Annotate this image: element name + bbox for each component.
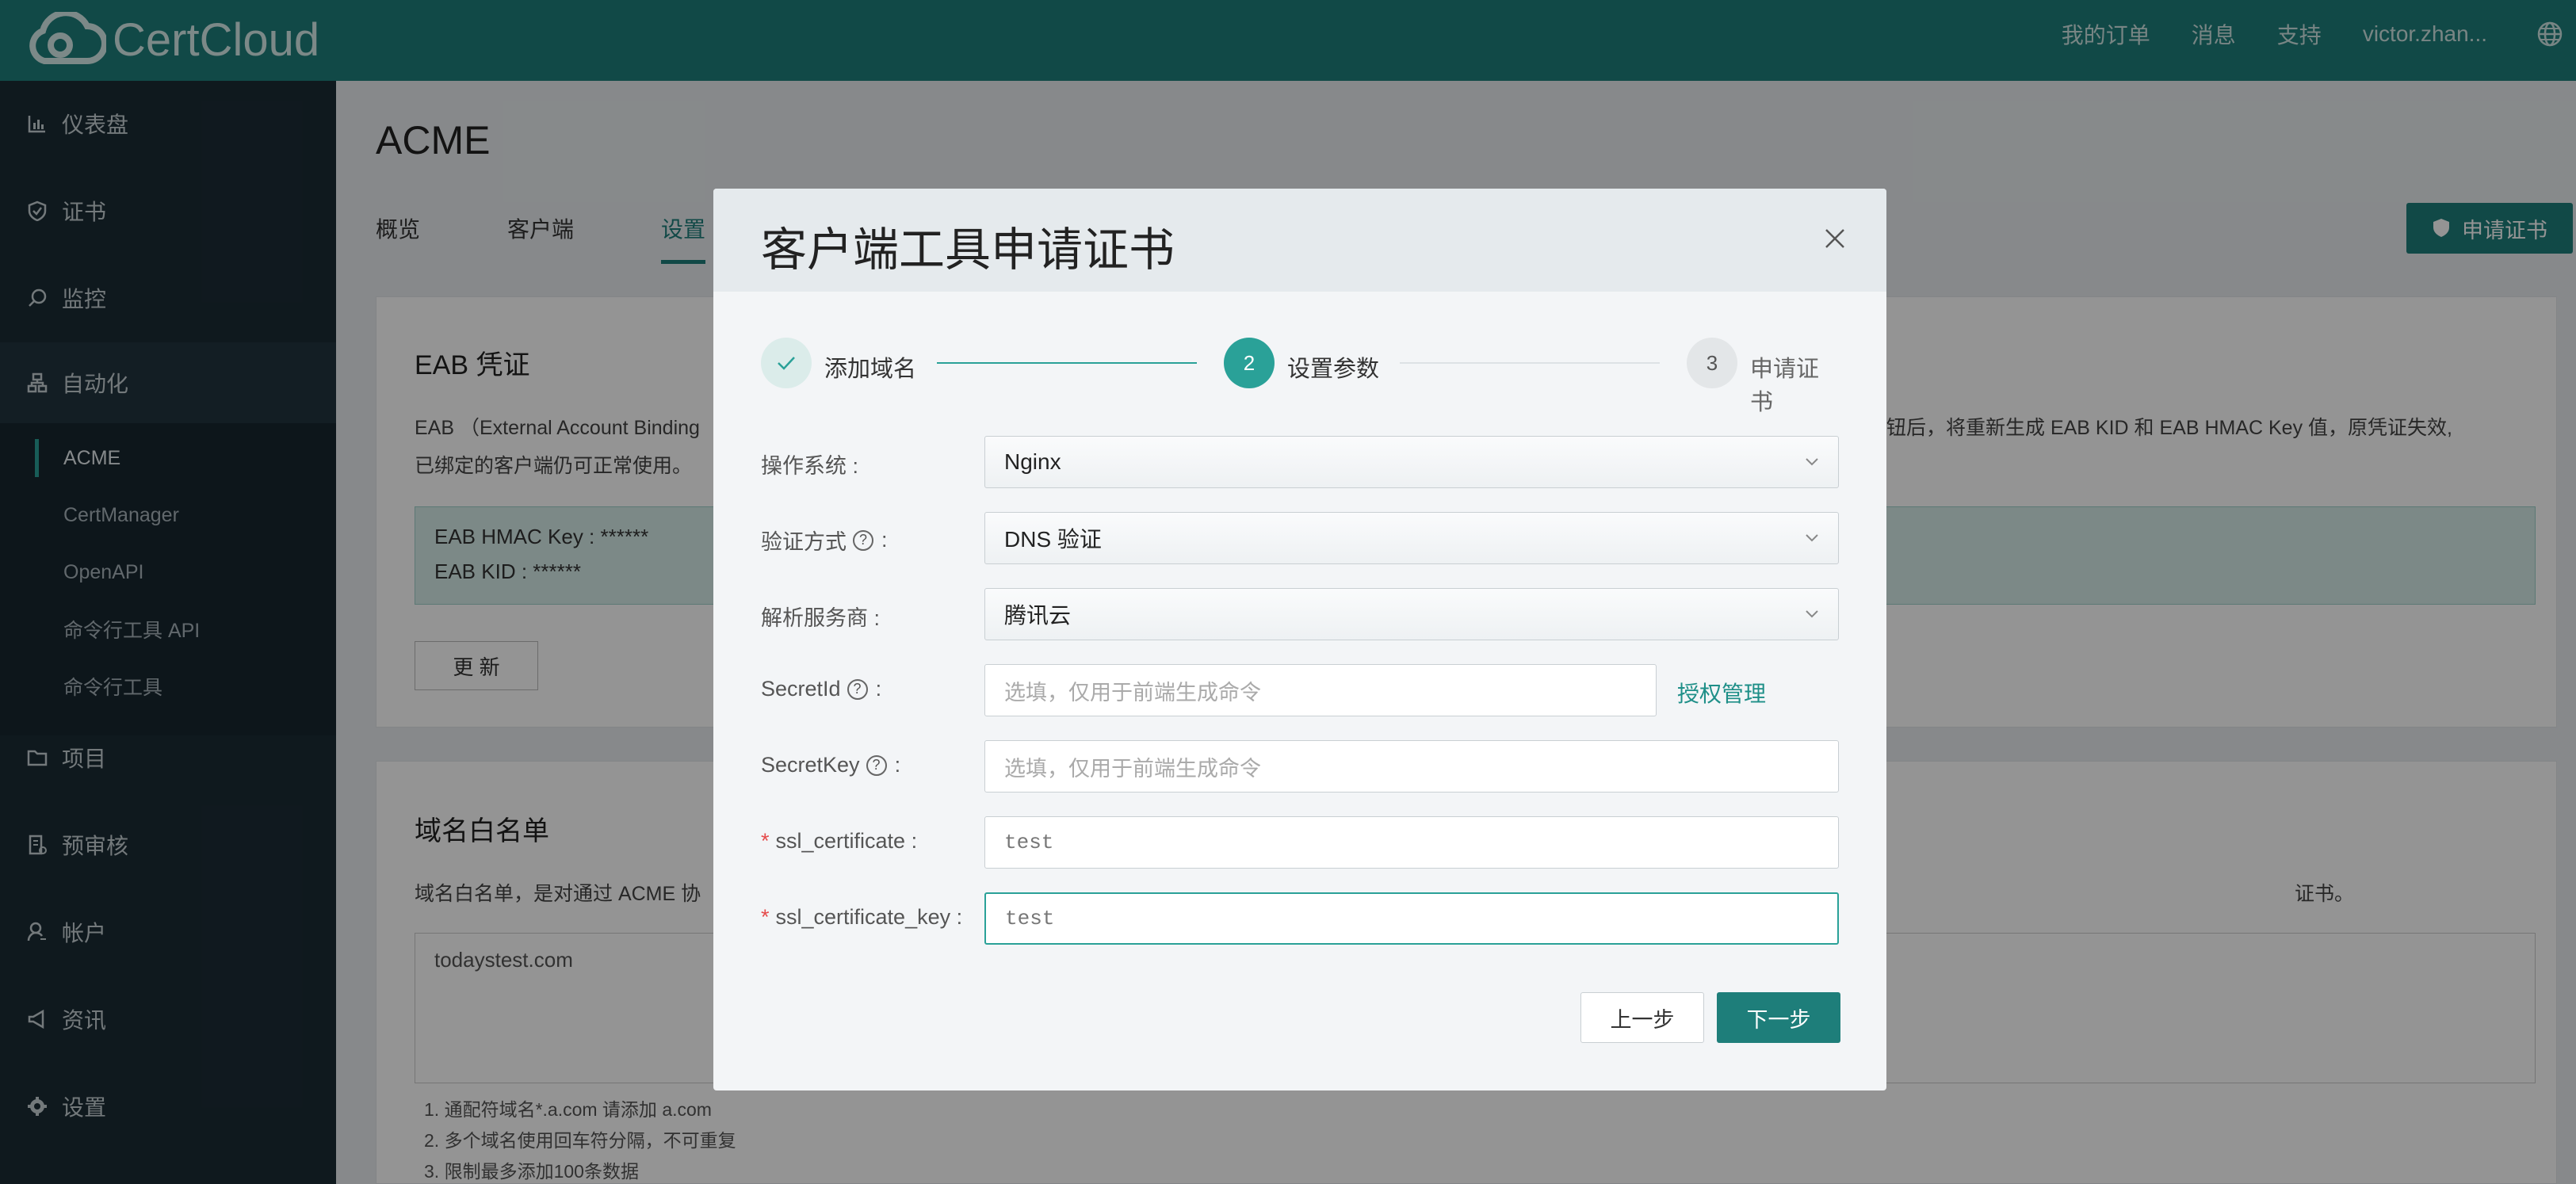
verify-label-colon: : [881,528,888,552]
secret-id-label-text: SecretId [761,677,841,701]
os-label-text: 操作系统 : [761,454,859,478]
modal-title: 客户端工具申请证书 [761,224,1175,276]
check-icon [778,357,795,370]
ssl-cert-input[interactable]: test [984,816,1839,869]
help-icon[interactable]: ? [866,754,887,776]
dns-value: 腾讯云 [1004,603,1072,628]
secret-id-input[interactable]: 选填，仅用于前端生成命令 [984,664,1657,716]
ssl-key-input[interactable]: test [984,892,1839,945]
secret-key-input[interactable]: 选填，仅用于前端生成命令 [984,740,1839,793]
dns-select[interactable]: 腾讯云 [984,588,1839,640]
ssl-key-label: * ssl_certificate_key : [761,905,962,930]
ssl-cert-label-text: ssl_certificate : [775,829,918,853]
help-icon[interactable]: ? [847,678,868,700]
dns-label-text: 解析服务商 : [761,606,881,630]
form-row-ssl-key: * ssl_certificate_key : test [761,892,1839,945]
os-label: 操作系统 : [761,449,858,479]
stepper: 添加域名 2 设置参数 3 申请证书 [761,338,1839,415]
help-icon[interactable]: ? [853,529,873,551]
step-1-circle [761,338,812,388]
secret-key-placeholder: 选填，仅用于前端生成命令 [1004,756,1261,781]
verify-value: DNS 验证 [1004,527,1102,552]
verify-label-text: 验证方式 [761,530,847,554]
form-row-ssl-cert: * ssl_certificate : test [761,816,1839,869]
secret-id-placeholder: 选填，仅用于前端生成命令 [1004,680,1261,705]
apply-cert-modal: 客户端工具申请证书 添加域名 2 设置参数 3 申请证书 操作系统 : Ngin… [713,189,1886,1090]
step-2-label: 设置参数 [1287,357,1380,382]
ssl-cert-label: * ssl_certificate : [761,829,917,854]
secret-key-label: SecretKey?: [761,753,900,777]
verify-label: 验证方式?: [761,525,888,556]
step-line-1 [937,362,1197,364]
ssl-key-value: test [1005,907,1055,930]
secret-key-label-colon: : [894,753,901,777]
prev-button[interactable]: 上一步 [1580,992,1704,1043]
form-row-secret-id: SecretId?: 选填，仅用于前端生成命令 授权管理 [761,664,1839,716]
step-1-label: 添加域名 [824,357,917,382]
os-value: Nginx [1004,449,1061,474]
dns-label: 解析服务商 : [761,601,880,632]
step-3-label: 申请证书 [1750,357,1820,415]
form-row-verify: 验证方式?: DNS 验证 [761,512,1839,564]
next-button[interactable]: 下一步 [1717,992,1840,1043]
secret-id-label-colon: : [875,677,882,701]
secret-id-label: SecretId?: [761,677,881,701]
secret-key-label-text: SecretKey [761,753,860,777]
close-button[interactable] [1815,219,1855,258]
form-row-os: 操作系统 : Nginx [761,436,1839,488]
ssl-cert-value: test [1004,831,1054,854]
ssl-key-label-text: ssl_certificate_key : [775,905,963,929]
step-line-2 [1400,362,1660,364]
required-mark: * [761,829,770,853]
chevron-down-icon [1806,610,1818,618]
form-row-dns: 解析服务商 : 腾讯云 [761,588,1839,640]
auth-manage-link[interactable]: 授权管理 [1677,677,1766,708]
close-icon [1825,229,1844,248]
form-row-secret-key: SecretKey?: 选填，仅用于前端生成命令 [761,740,1839,793]
required-mark: * [761,905,770,929]
chevron-down-icon [1806,534,1818,542]
verify-select[interactable]: DNS 验证 [984,512,1839,564]
step-2-circle: 2 [1224,338,1275,388]
os-select[interactable]: Nginx [984,436,1839,488]
chevron-down-icon [1806,458,1818,466]
modal-header: 客户端工具申请证书 [713,189,1886,292]
step-3-circle: 3 [1687,338,1737,388]
